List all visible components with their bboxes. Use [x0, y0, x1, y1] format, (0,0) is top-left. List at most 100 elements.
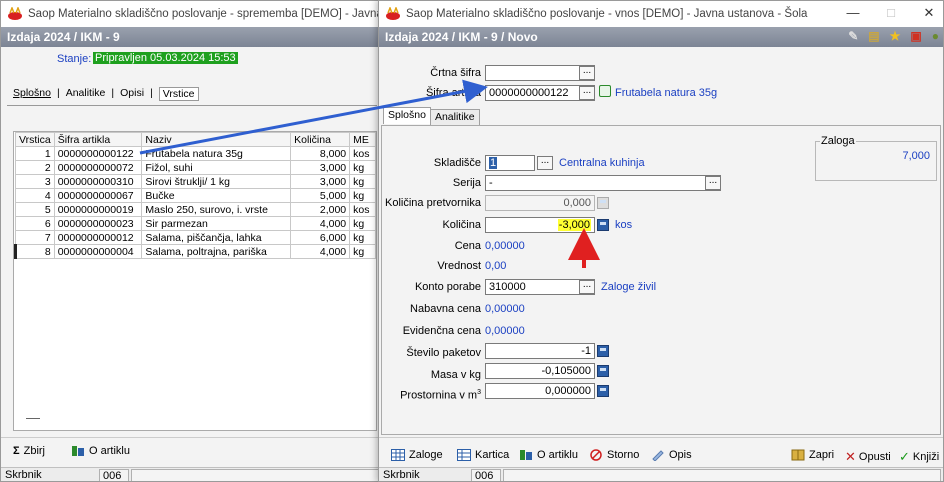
zapri-button[interactable]: Zapri: [791, 449, 834, 461]
kartica-label: Kartica: [475, 449, 510, 461]
back-statusbar: Skrbnik 006: [1, 467, 381, 481]
table-row[interactable]: 2 0000000000072 Fižol, suhi 3,000 kg: [15, 160, 376, 175]
front-window: Saop Materialno skladiščno poslovanje - …: [378, 0, 944, 482]
table-cell: kg: [349, 160, 376, 175]
opusti-button[interactable]: ✕ Opusti: [845, 449, 891, 465]
back-tab-strip: Splošno | Analitike | Opisi | Vrstice: [13, 87, 199, 101]
prostornina-input[interactable]: 0,000000: [485, 383, 595, 399]
table-row[interactable]: 3 0000000000310 Sirovi štruklji/ 1 kg 3,000…: [15, 174, 376, 189]
tab-analitike-front[interactable]: Analitike: [429, 109, 480, 126]
tab-vrstice[interactable]: Vrstice: [158, 87, 199, 101]
maximize-button[interactable]: □: [877, 5, 905, 20]
grid-icon: [391, 449, 405, 461]
vrednost-value: 0,00: [485, 260, 507, 272]
minimize-button[interactable]: —: [839, 5, 867, 20]
table-cell: 0000000000067: [53, 188, 143, 203]
tab-splosno[interactable]: Splošno: [13, 87, 51, 101]
serija-browse-button[interactable]: ...: [705, 176, 721, 190]
article-info-icon: [71, 445, 85, 457]
opusti-label: Opusti: [858, 451, 891, 463]
table-row[interactable]: 8 0000000000004 Salama, poltrajna, pariška…: [14, 244, 376, 259]
star-icon[interactable]: ★: [890, 29, 901, 43]
evidencna-cena-label: Evidenčna cena: [402, 325, 481, 337]
skladisce-input[interactable]: 1: [485, 155, 535, 171]
skladisce-name: Centralna kuhinja: [559, 157, 645, 169]
stevilo-paketov-input[interactable]: -1: [485, 343, 595, 359]
table-cell: 0000000000072: [53, 160, 143, 175]
crtna-sifra-browse-button[interactable]: ...: [579, 66, 595, 80]
kolicina-pretvornika-input[interactable]: 0,000: [485, 195, 595, 211]
layout-icon[interactable]: ▤: [868, 29, 879, 43]
front-form: Črtna šifra ... Šifra artikla 0000000000…: [379, 47, 943, 437]
tab-analitike[interactable]: Analitike: [66, 87, 106, 101]
back-status-code: 006: [99, 469, 129, 481]
cena-value: 0,00000: [485, 240, 525, 252]
table-cell: kg: [349, 230, 376, 245]
front-title-text: Saop Materialno skladiščno poslovanje - …: [406, 8, 808, 20]
kolicina-input[interactable]: -3,000: [485, 217, 595, 233]
extra-icon[interactable]: ●: [932, 29, 939, 43]
table-cell: 4: [15, 188, 55, 203]
tab-opisi[interactable]: Opisi: [120, 87, 144, 101]
table-cell: 6,000: [290, 230, 351, 245]
knjizi-button[interactable]: ✓ Knjiži: [899, 449, 939, 465]
table-row[interactable]: 5 0000000000019 Maslo 250, surovo, i. vrst…: [15, 202, 376, 217]
kolicina-pretvornika-label: Količina pretvornika: [385, 197, 481, 209]
o-artiklu-button[interactable]: O artiklu: [519, 449, 578, 461]
table-cell: 8,000: [290, 146, 351, 161]
stevilo-paketov-calc-icon[interactable]: [597, 345, 609, 357]
serija-label: Serija: [452, 177, 481, 189]
back-o-artiklu-label: O artiklu: [89, 445, 130, 457]
back-o-artiklu-button[interactable]: O artiklu: [71, 445, 130, 457]
sigma-icon: Σ: [13, 445, 20, 457]
o-artiklu-label: O artiklu: [537, 449, 578, 461]
table-row[interactable]: 7 0000000000012 Salama, piščančja, lahka 6,…: [15, 230, 376, 245]
serija-input[interactable]: -: [485, 175, 721, 191]
article-details-icon[interactable]: [599, 85, 611, 97]
back-status-user: Skrbnik: [5, 469, 42, 481]
storno-button[interactable]: Storno: [589, 449, 639, 461]
edit-icon[interactable]: ✎: [848, 29, 858, 43]
col-header-sifra[interactable]: Šifra artikla: [53, 132, 143, 147]
zbirni-button[interactable]: Σ Zbirj: [13, 445, 45, 457]
table-row[interactable]: 4 0000000000067 Bučke 5,000 kg: [15, 188, 376, 203]
opis-label: Opis: [669, 449, 692, 461]
kolicina-unit: kos: [615, 219, 633, 231]
col-header-me[interactable]: ME: [349, 132, 376, 147]
status-label: Stanje:: [57, 53, 92, 65]
front-document-header: Izdaja 2024 / IKM - 9 / Novo ✎ ▤ ★ ▣ ●: [379, 27, 943, 47]
col-header-naziv[interactable]: Naziv: [141, 132, 292, 147]
konto-porabe-browse-button[interactable]: ...: [579, 280, 595, 294]
pdf-icon[interactable]: ▣: [910, 29, 921, 43]
skladisce-browse-button[interactable]: ...: [537, 156, 553, 170]
opis-button[interactable]: Opis: [651, 449, 692, 462]
kolicina-calc-icon[interactable]: [597, 219, 609, 231]
table-row[interactable]: 6 0000000000023 Sir parmezan 4,000 kg: [15, 216, 376, 231]
close-button[interactable]: ✕: [915, 5, 943, 21]
table-cell: 0000000000012: [53, 230, 143, 245]
col-header-kolicina[interactable]: Količina: [290, 132, 351, 147]
prostornina-calc-icon[interactable]: [597, 385, 609, 397]
front-header-text: Izdaja 2024 / IKM - 9 / Novo: [385, 30, 538, 44]
masa-input[interactable]: -0,105000: [485, 363, 595, 379]
table-cell: Fižol, suhi: [141, 160, 292, 175]
table-cell: 3,000: [290, 174, 351, 189]
table-cell: 0000000000019: [53, 202, 143, 217]
sifra-artikla-browse-button[interactable]: ...: [579, 86, 595, 100]
zaloge-button[interactable]: Zaloge: [391, 449, 443, 461]
tab-splosno-front[interactable]: Splošno: [383, 107, 431, 124]
kartica-button[interactable]: Kartica: [457, 449, 509, 461]
back-status-empty: [131, 469, 379, 481]
masa-calc-icon[interactable]: [597, 365, 609, 377]
card-icon: [457, 449, 471, 461]
col-header-vrstica[interactable]: Vrstica: [15, 132, 55, 147]
table-cell: Frutabela natura 35g: [141, 146, 292, 161]
kolicina-pretvornika-calc-icon[interactable]: [597, 197, 609, 209]
cancel-circle-icon: [589, 449, 603, 461]
table-row[interactable]: 1 0000000000122 Frutabela natura 35g 8,000 k…: [15, 146, 376, 161]
table-cell: kg: [349, 216, 376, 231]
cena-label: Cena: [454, 240, 481, 252]
skladisce-value: 1: [489, 157, 498, 169]
table-cell: kg: [349, 188, 376, 203]
table-cell: 2: [15, 160, 55, 175]
